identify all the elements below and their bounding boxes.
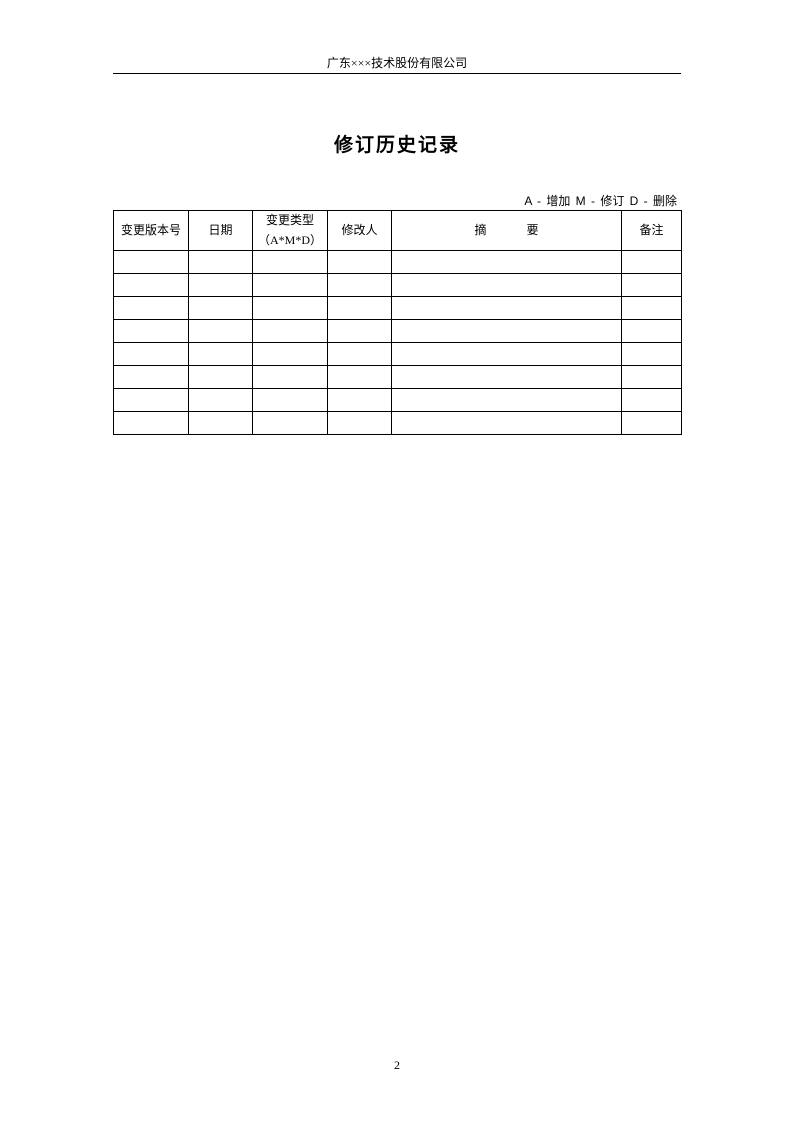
cell-version (114, 366, 189, 389)
cell-note (622, 412, 682, 435)
cell-date (189, 297, 253, 320)
table-row (114, 251, 682, 274)
cell-type (253, 412, 328, 435)
col-header-date: 日期 (189, 211, 253, 251)
cell-date (189, 412, 253, 435)
table-row (114, 297, 682, 320)
cell-version (114, 274, 189, 297)
cell-summary (392, 343, 622, 366)
cell-date (189, 320, 253, 343)
cell-note (622, 366, 682, 389)
table-row (114, 320, 682, 343)
cell-modifier (328, 343, 392, 366)
col-header-type: 变更类型 （A*M*D） (253, 211, 328, 251)
cell-version (114, 251, 189, 274)
page-title: 修订历史记录 (0, 130, 794, 157)
col-header-note: 备注 (622, 211, 682, 251)
table-row (114, 366, 682, 389)
company-name: 广东×××技术股份有限公司 (113, 54, 681, 73)
cell-date (189, 251, 253, 274)
cell-summary (392, 251, 622, 274)
cell-date (189, 389, 253, 412)
cell-modifier (328, 389, 392, 412)
col-header-modifier: 修改人 (328, 211, 392, 251)
cell-type (253, 343, 328, 366)
change-legend: A - 增加 M - 修订 D - 删除 (113, 192, 681, 209)
col-header-type-line1: 变更类型 (266, 213, 314, 227)
cell-version (114, 320, 189, 343)
cell-modifier (328, 320, 392, 343)
table-row (114, 389, 682, 412)
cell-note (622, 343, 682, 366)
revision-table-wrap: 变更版本号 日期 变更类型 （A*M*D） 修改人 摘要 备注 (113, 210, 681, 435)
cell-modifier (328, 297, 392, 320)
page-number: 2 (0, 1058, 794, 1073)
cell-summary (392, 412, 622, 435)
cell-version (114, 343, 189, 366)
cell-type (253, 251, 328, 274)
table-row (114, 274, 682, 297)
cell-note (622, 274, 682, 297)
cell-note (622, 389, 682, 412)
col-header-summary: 摘要 (392, 211, 622, 251)
cell-version (114, 389, 189, 412)
table-header-row: 变更版本号 日期 变更类型 （A*M*D） 修改人 摘要 备注 (114, 211, 682, 251)
cell-type (253, 274, 328, 297)
cell-summary (392, 320, 622, 343)
cell-version (114, 297, 189, 320)
revision-table: 变更版本号 日期 变更类型 （A*M*D） 修改人 摘要 备注 (113, 210, 682, 435)
cell-summary (392, 366, 622, 389)
cell-date (189, 366, 253, 389)
cell-type (253, 366, 328, 389)
col-header-version: 变更版本号 (114, 211, 189, 251)
cell-type (253, 320, 328, 343)
header-rule (113, 73, 681, 74)
cell-version (114, 412, 189, 435)
cell-modifier (328, 412, 392, 435)
table-row (114, 412, 682, 435)
cell-date (189, 343, 253, 366)
cell-summary (392, 297, 622, 320)
cell-modifier (328, 251, 392, 274)
cell-note (622, 297, 682, 320)
cell-summary (392, 274, 622, 297)
cell-summary (392, 389, 622, 412)
cell-note (622, 320, 682, 343)
cell-type (253, 297, 328, 320)
cell-modifier (328, 366, 392, 389)
table-row (114, 343, 682, 366)
cell-note (622, 251, 682, 274)
cell-modifier (328, 274, 392, 297)
cell-type (253, 389, 328, 412)
cell-date (189, 274, 253, 297)
page-header: 广东×××技术股份有限公司 (113, 54, 681, 74)
col-header-type-line2: （A*M*D） (258, 233, 322, 247)
